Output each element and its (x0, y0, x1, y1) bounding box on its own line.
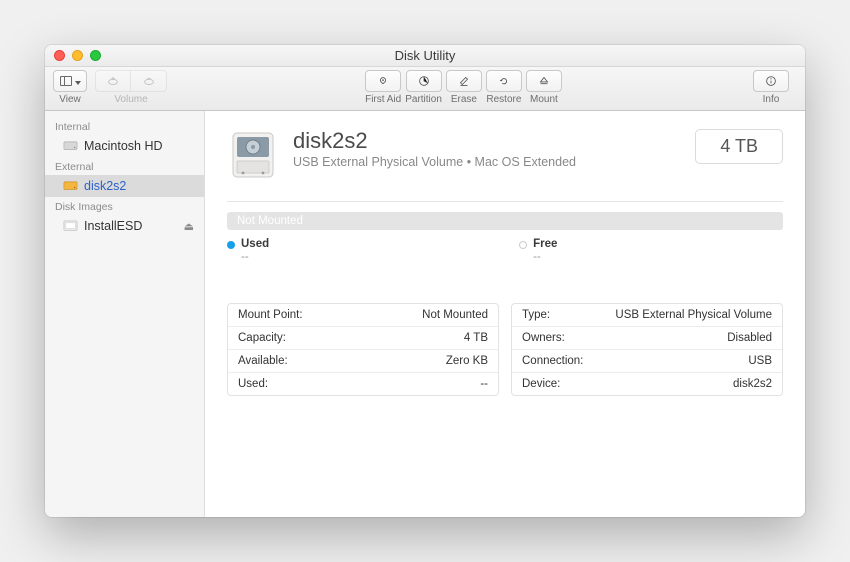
sidebar-item-installesd[interactable]: InstallESD ⏏ (45, 215, 204, 237)
volume-icon (227, 129, 279, 183)
volume-remove-icon (142, 74, 156, 88)
sidebar-item-macintosh-hd[interactable]: Macintosh HD (45, 135, 204, 157)
info-button[interactable] (753, 70, 789, 92)
detail-key: Type: (522, 309, 550, 321)
mount-icon (537, 74, 551, 88)
detail-value: Not Mounted (422, 309, 488, 321)
toolbar-info-group: Info (753, 70, 789, 105)
detail-key: Available: (238, 355, 288, 367)
details-grid: Mount Point: Not Mounted Capacity: 4 TB … (227, 303, 783, 396)
erase-label: Erase (451, 94, 477, 105)
sidebar-item-label: disk2s2 (84, 179, 126, 193)
volume-remove-button[interactable] (131, 70, 167, 92)
first-aid-icon (376, 74, 390, 88)
toolbar: View Volume (45, 67, 805, 111)
usage-used: Used -- (227, 238, 269, 263)
detail-row: Type: USB External Physical Volume (512, 304, 782, 327)
divider (227, 201, 783, 202)
used-dot-icon (227, 241, 235, 249)
detail-row: Connection: USB (512, 350, 782, 373)
usage-bar-text: Not Mounted (237, 215, 303, 227)
external-disk-icon (63, 180, 78, 192)
usage-used-label: Used (241, 238, 269, 250)
detail-row: Available: Zero KB (228, 350, 498, 373)
info-label: Info (763, 94, 780, 105)
capacity-badge: 4 TB (695, 129, 783, 164)
main-panel: disk2s2 USB External Physical Volume • M… (205, 111, 805, 517)
detail-row: Device: disk2s2 (512, 373, 782, 395)
window-title: Disk Utility (45, 48, 805, 63)
detail-value: Disabled (727, 332, 772, 344)
volume-label: Volume (114, 94, 147, 105)
view-button[interactable] (53, 70, 87, 92)
details-col-right: Type: USB External Physical Volume Owner… (511, 303, 783, 396)
usage-free-value: -- (533, 251, 557, 263)
detail-key: Owners: (522, 332, 565, 344)
restore-label: Restore (486, 94, 521, 105)
detail-value: USB (748, 355, 772, 367)
restore-icon (497, 74, 511, 88)
partition-icon (417, 74, 431, 88)
volume-title: disk2s2 (293, 129, 681, 153)
internal-disk-icon (63, 140, 78, 152)
detail-value: -- (480, 378, 488, 390)
mount-label: Mount (530, 94, 558, 105)
detail-row: Capacity: 4 TB (228, 327, 498, 350)
eject-icon[interactable]: ⏏ (184, 220, 194, 233)
erase-icon (457, 74, 471, 88)
app-window: Disk Utility View (45, 45, 805, 517)
mount-button[interactable] (526, 70, 562, 92)
detail-key: Capacity: (238, 332, 286, 344)
detail-value: 4 TB (464, 332, 488, 344)
detail-value: USB External Physical Volume (615, 309, 772, 321)
sidebar: Internal Macintosh HD External disk2s2 D… (45, 111, 205, 517)
usage-used-value: -- (241, 251, 269, 263)
chevron-down-icon (72, 72, 81, 90)
sidebar-item-label: Macintosh HD (84, 139, 163, 153)
sidebar-item-disk2s2[interactable]: disk2s2 (45, 175, 204, 197)
free-dot-icon (519, 241, 527, 249)
usage-bar: Not Mounted (227, 212, 783, 230)
partition-label: Partition (405, 94, 442, 105)
detail-row: Used: -- (228, 373, 498, 395)
usage-free-label: Free (533, 238, 557, 250)
restore-button[interactable] (486, 70, 522, 92)
volume-add-button[interactable] (95, 70, 131, 92)
sidebar-section-external: External (45, 157, 204, 175)
toolbar-center: First Aid Partition Erase (365, 70, 563, 105)
detail-key: Mount Point: (238, 309, 303, 321)
titlebar: Disk Utility (45, 45, 805, 67)
first-aid-label: First Aid (365, 94, 401, 105)
sidebar-section-internal: Internal (45, 117, 204, 135)
sidebar-item-label: InstallESD (84, 219, 142, 233)
usage-legend: Used -- Free -- (227, 238, 783, 263)
volume-subtitle: USB External Physical Volume • Mac OS Ex… (293, 155, 681, 169)
first-aid-button[interactable] (365, 70, 401, 92)
detail-row: Owners: Disabled (512, 327, 782, 350)
detail-value: Zero KB (446, 355, 488, 367)
sidebar-section-diskimages: Disk Images (45, 197, 204, 215)
sidebar-toggle-icon (60, 76, 72, 86)
detail-row: Mount Point: Not Mounted (228, 304, 498, 327)
detail-key: Connection: (522, 355, 583, 367)
detail-value: disk2s2 (733, 378, 772, 390)
toolbar-view-group: View (53, 70, 87, 105)
erase-button[interactable] (446, 70, 482, 92)
detail-key: Used: (238, 378, 268, 390)
usage-free: Free -- (519, 238, 557, 263)
info-icon (764, 74, 778, 88)
toolbar-volume-group: Volume (95, 70, 167, 105)
partition-button[interactable] (406, 70, 442, 92)
detail-key: Device: (522, 378, 560, 390)
disk-image-icon (63, 220, 78, 232)
volume-add-icon (106, 74, 120, 88)
view-label: View (59, 94, 81, 105)
volume-header: disk2s2 USB External Physical Volume • M… (227, 129, 783, 183)
details-col-left: Mount Point: Not Mounted Capacity: 4 TB … (227, 303, 499, 396)
